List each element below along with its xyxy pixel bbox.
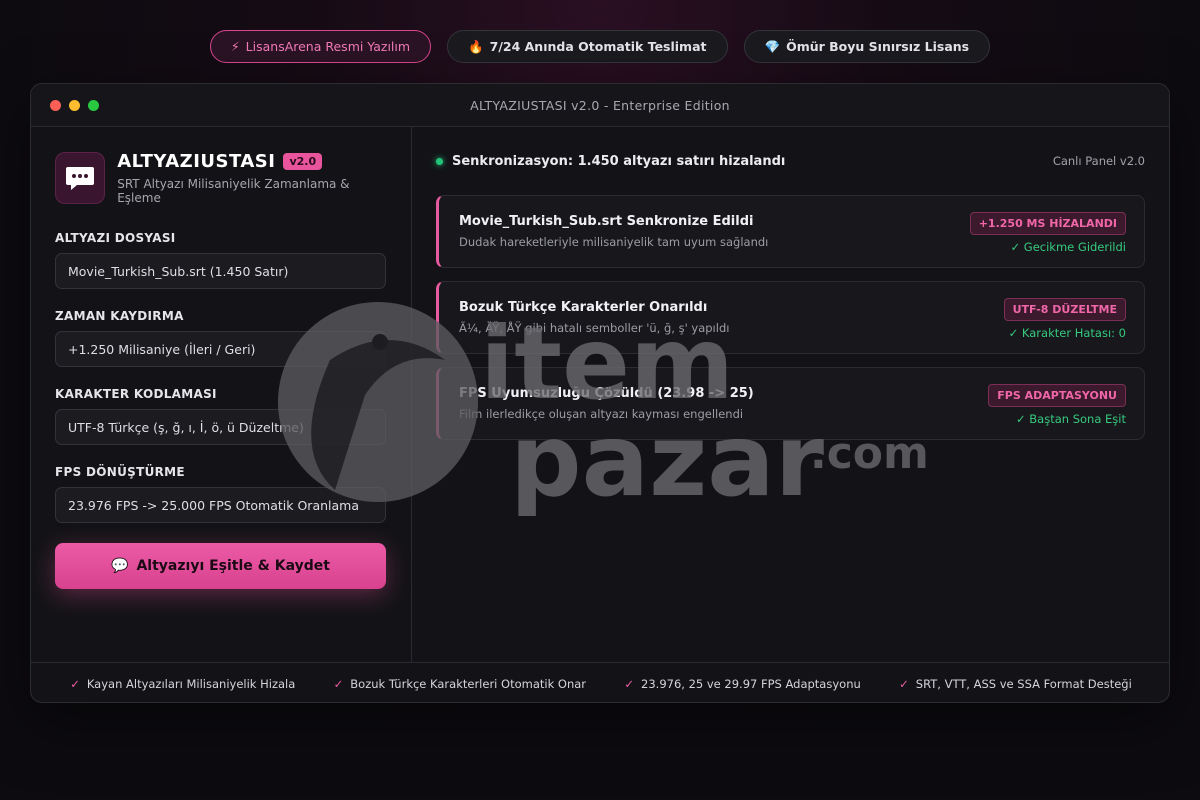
pill-lifetime-license[interactable]: 💎 Ömür Boyu Sınırsız Lisans: [743, 30, 991, 63]
settings-sidebar: ALTYAZIUSTASI v2.0 SRT Altyazı Milisaniy…: [31, 127, 412, 662]
encoding-field[interactable]: UTF-8 Türkçe (ş, ğ, ı, İ, ö, ü Düzeltme): [55, 409, 386, 445]
app-name: ALTYAZIUSTASI: [117, 151, 276, 172]
app-subtitle: SRT Altyazı Milisaniyelik Zamanlama & Eş…: [117, 177, 350, 205]
feature-label: Kayan Altyazıları Milisaniyelik Hizala: [86, 676, 296, 691]
pill-official-software[interactable]: ⚡ LisansArena Resmi Yazılım: [209, 30, 432, 63]
live-panel: Senkronizasyon: 1.450 altyazı satırı hiz…: [412, 127, 1169, 662]
result-card: Movie_Turkish_Sub.srt Senkronize Edildi …: [436, 195, 1145, 268]
speech-bubble-icon: 💬: [111, 558, 129, 574]
pill-label: LisansArena Resmi Yazılım: [245, 39, 411, 54]
window-title: ALTYAZIUSTASI v2.0 - Enterprise Edition: [470, 97, 730, 113]
chat-bubble-icon: [55, 152, 106, 204]
check-icon: ✓: [899, 676, 909, 691]
check-icon: ✓: [624, 676, 635, 691]
feature-item: ✓ Bozuk Türkçe Karakterleri Otomatik Onar: [334, 677, 586, 691]
subtitle-file-label: ALTYAZI DOSYASI: [55, 231, 176, 245]
pill-instant-delivery[interactable]: 🔥 7/24 Anında Otomatik Teslimat: [447, 30, 728, 63]
pill-label: Ömür Boyu Sınırsız Lisans: [786, 39, 970, 54]
card-badge: UTF-8 DÜZELTME: [1003, 298, 1126, 321]
pill-label: 7/24 Anında Otomatik Teslimat: [489, 39, 707, 54]
panel-label: Canlı Panel v2.0: [1052, 154, 1145, 168]
subtitle-file-field[interactable]: Movie_Turkish_Sub.srt (1.450 Satır): [55, 253, 386, 289]
time-shift-field[interactable]: +1.250 Milisaniye (İleri / Geri): [55, 331, 386, 367]
check-icon: ✓: [333, 676, 344, 691]
feature-footer: ✓ Kayan Altyazıları Milisaniyelik Hizala …: [31, 662, 1169, 702]
fps-label: FPS DÖNÜŞTÜRME: [55, 465, 185, 479]
version-badge: v2.0: [283, 153, 323, 170]
card-success-text: ✓ Gecikme Giderildi: [1010, 240, 1126, 254]
card-success-text: ✓ Karakter Hatası: 0: [1008, 326, 1126, 340]
card-badge: FPS ADAPTASYONU: [988, 384, 1126, 407]
result-card: Bozuk Türkçe Karakterler Onarıldı Ã¼, ÄŸ…: [436, 281, 1145, 354]
feature-label: SRT, VTT, ASS ve SSA Format Desteği: [915, 676, 1132, 691]
feature-item: ✓ SRT, VTT, ASS ve SSA Format Desteği: [899, 677, 1132, 691]
time-shift-label: ZAMAN KAYDIRMA: [55, 309, 184, 323]
top-pill-bar: ⚡ LisansArena Resmi Yazılım 🔥 7/24 Anınd…: [0, 30, 1200, 63]
diamond-icon: 💎: [764, 38, 781, 54]
encoding-label: KARAKTER KODLAMASI: [55, 387, 217, 401]
feature-item: ✓ 23.976, 25 ve 29.97 FPS Adaptasyonu: [624, 677, 860, 691]
feature-label: Bozuk Türkçe Karakterleri Otomatik Onar: [350, 676, 587, 691]
card-success-text: ✓ Baştan Sona Eşit: [1015, 412, 1126, 426]
fire-icon: 🔥: [468, 38, 484, 54]
fps-field[interactable]: 23.976 FPS -> 25.000 FPS Otomatik Oranla…: [55, 487, 386, 523]
status-row: Senkronizasyon: 1.450 altyazı satırı hiz…: [436, 127, 1145, 195]
lightning-icon: ⚡: [230, 39, 240, 54]
brand-header: ALTYAZIUSTASI v2.0 SRT Altyazı Milisaniy…: [55, 151, 387, 205]
result-card: FPS Uyumsuzluğu Çözüldü (23.98 -> 25) Fi…: [436, 367, 1145, 440]
check-icon: ✓: [70, 676, 80, 691]
sync-and-save-label: Altyazıyı Eşitle & Kaydet: [136, 558, 330, 574]
title-bar: ALTYAZIUSTASI v2.0 - Enterprise Edition: [31, 84, 1169, 127]
feature-item: ✓ Kayan Altyazıları Milisaniyelik Hizala: [70, 677, 295, 691]
app-window: ALTYAZIUSTASI v2.0 - Enterprise Edition …: [30, 83, 1170, 703]
sync-and-save-button[interactable]: 💬 Altyazıyı Eşitle & Kaydet: [55, 543, 386, 589]
sync-status-text: Senkronizasyon: 1.450 altyazı satırı hiz…: [452, 153, 786, 169]
card-badge: +1.250 MS HİZALANDI: [969, 212, 1126, 235]
status-dot-icon: [436, 157, 443, 165]
feature-label: 23.976, 25 ve 29.97 FPS Adaptasyonu: [641, 676, 861, 691]
